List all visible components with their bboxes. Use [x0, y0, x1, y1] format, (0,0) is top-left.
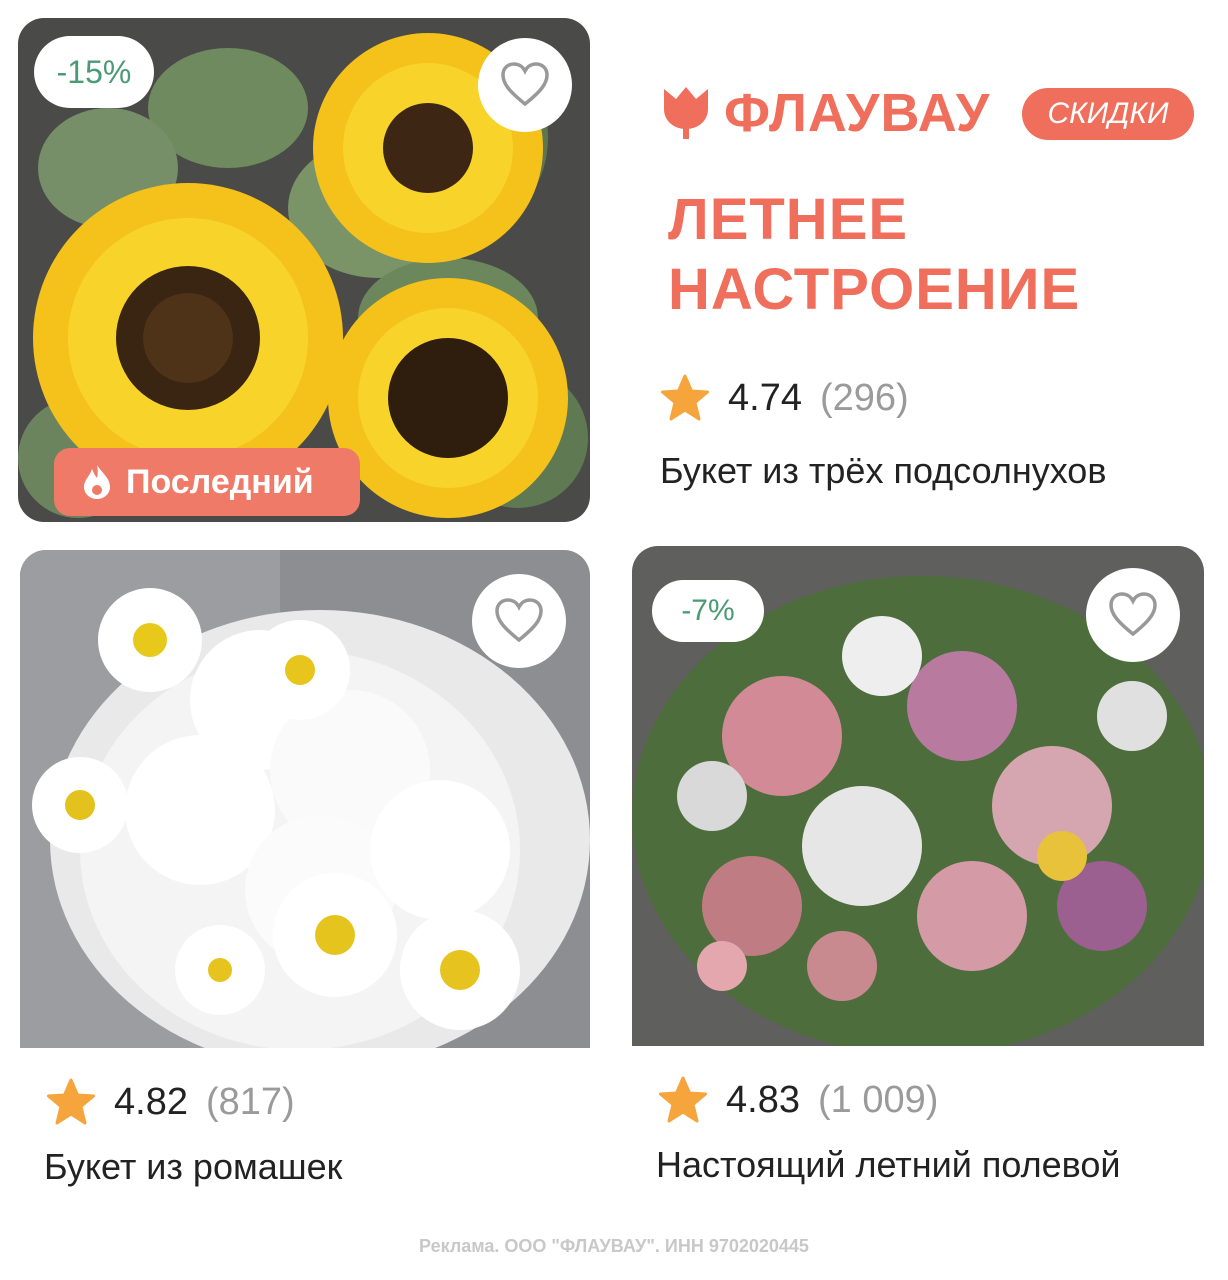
rating-row: 4.83 (1 009) [658, 1076, 938, 1124]
product-title[interactable]: Букет из ромашек [44, 1146, 342, 1188]
heart-outline-icon [495, 598, 543, 643]
promo-headline-line2: НАСТРОЕНИЕ [668, 257, 1081, 322]
rating-value: 4.83 [726, 1078, 800, 1121]
star-icon [47, 1078, 95, 1125]
heart-outline-icon [501, 62, 549, 107]
rating-value: 4.74 [728, 376, 802, 419]
product-card-wildflowers[interactable]: -7% 4.83 (1 009) Настоящий летний полево… [632, 546, 1204, 1200]
discount-badge: -15% [34, 36, 154, 108]
rating-value: 4.82 [114, 1080, 188, 1123]
tulip-icon [664, 87, 708, 139]
star-icon [659, 1076, 707, 1123]
product-card-daisies[interactable]: 4.82 (817) Букет из ромашек [20, 550, 590, 1202]
ad-disclaimer: Реклама. ООО "ФЛАУВАУ". ИНН 9702020445 [419, 1236, 809, 1256]
card-info: 4.82 (817) Букет из ромашек [20, 1048, 590, 1202]
last-item-label: Последний [126, 462, 314, 501]
brand-name: ФЛАУВАУ [724, 83, 991, 143]
product-title[interactable]: Настоящий летний полевой [656, 1144, 1120, 1186]
discount-badge: -7% [652, 580, 764, 642]
product-card-sunflowers[interactable]: -15% Последний [18, 18, 590, 522]
promo-headline-line1: ЛЕТНЕЕ [668, 187, 909, 252]
star-icon [661, 374, 709, 421]
product-title[interactable]: Букет из трёх подсолнухов [660, 450, 1106, 492]
review-count: (1 009) [817, 1078, 939, 1121]
favorite-button[interactable] [478, 38, 572, 132]
last-item-tag: Последний [54, 448, 360, 516]
card-info: 4.83 (1 009) Настоящий летний полевой [632, 1046, 1204, 1200]
review-count: (296) [819, 376, 909, 419]
favorite-button[interactable] [472, 574, 566, 668]
brand-logo: ФЛАУВАУ [660, 82, 990, 144]
heart-outline-icon [1109, 592, 1157, 637]
sale-badge[interactable]: СКИДКИ [1022, 88, 1194, 140]
flame-icon [84, 465, 110, 499]
review-count: (817) [205, 1080, 295, 1123]
favorite-button[interactable] [1086, 568, 1180, 662]
rating-row: 4.74 (296) [660, 374, 909, 422]
rating-row: 4.82 (817) [46, 1078, 295, 1126]
